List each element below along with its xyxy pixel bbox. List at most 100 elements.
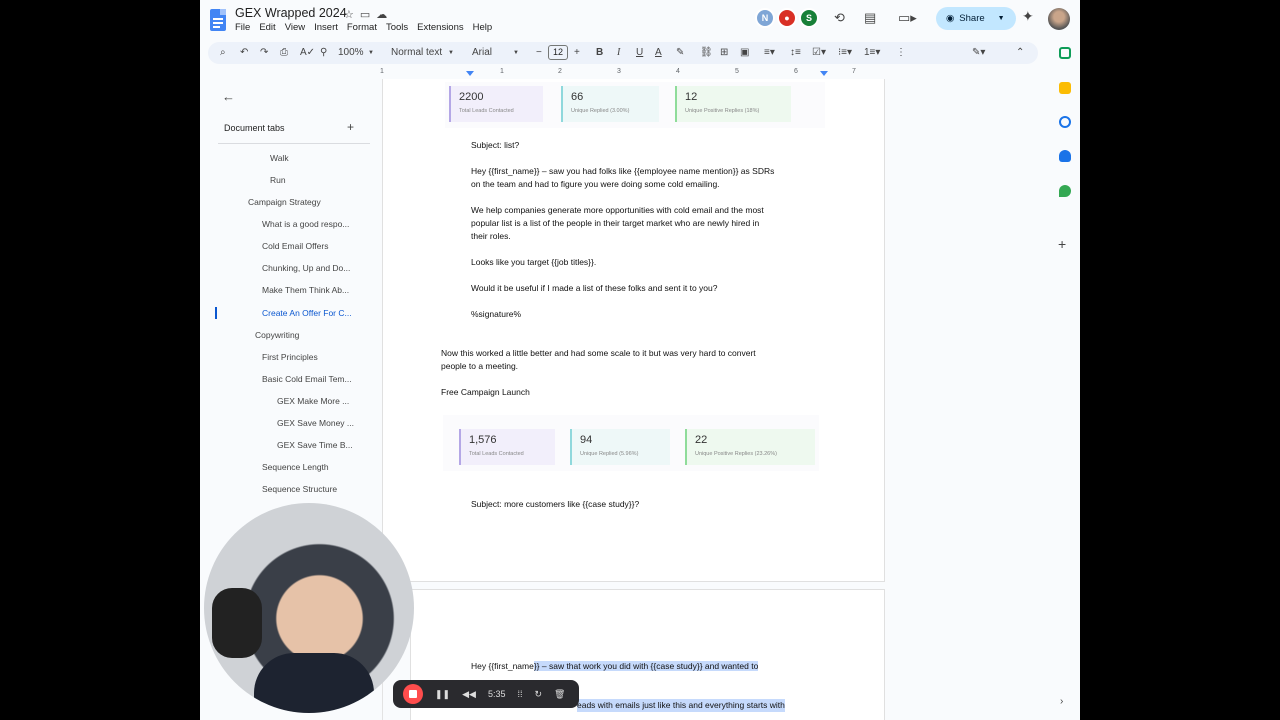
outline-item-gex-save-money[interactable]: GEX Save Money ... — [277, 418, 354, 428]
menu-edit[interactable]: Edit — [259, 22, 275, 33]
cloud-status-icon[interactable]: ☁ — [376, 8, 387, 21]
outline-item-copywriting[interactable]: Copywriting — [255, 330, 299, 340]
rewind-icon[interactable]: ◀◀ — [462, 689, 476, 700]
outline-item-first-principles[interactable]: First Principles — [262, 352, 318, 362]
outline-item-gex-save-time[interactable]: GEX Save Time B... — [277, 440, 353, 450]
document-title[interactable]: GEX Wrapped 2024 — [235, 6, 347, 20]
ruler-mark: 2 — [558, 68, 562, 75]
style-select[interactable]: Normal text — [391, 45, 442, 61]
keep-icon[interactable] — [1059, 82, 1071, 94]
add-tab-icon[interactable]: + — [347, 120, 354, 134]
bulleted-list-icon[interactable]: ⁝≡▾ — [838, 45, 852, 61]
collapse-menus-icon[interactable]: ⌃ — [1016, 45, 1024, 61]
delete-icon[interactable]: 🗑 — [554, 689, 565, 700]
redo-icon[interactable]: ↷ — [260, 45, 268, 61]
move-folder-icon[interactable]: ▭ — [360, 8, 370, 21]
menu-insert[interactable]: Insert — [314, 22, 338, 33]
outline-item-run[interactable]: Run — [270, 175, 286, 185]
docs-logo-icon[interactable] — [210, 9, 226, 31]
outline-item-create-offer[interactable]: Create An Offer For C... — [262, 308, 352, 318]
add-comment-icon[interactable]: ⊞ — [720, 45, 728, 61]
user-avatar[interactable] — [1048, 8, 1070, 30]
maps-icon[interactable] — [1059, 185, 1071, 197]
stat-label: Unique Replied (5.96%) — [580, 451, 639, 457]
meet-icon[interactable]: ▭▸ — [898, 10, 917, 26]
selected-text[interactable]: }} – saw that work you did with {{case s… — [533, 661, 759, 671]
right-indent-marker[interactable] — [820, 71, 828, 76]
insert-image-icon[interactable]: ▣ — [740, 45, 749, 61]
recording-timer: 5:35 — [487, 689, 506, 699]
document-page[interactable]: 2200 Total Leads Contacted 66 Unique Rep… — [382, 79, 885, 582]
version-history-icon[interactable]: ⟲ — [834, 10, 845, 26]
chevron-right-icon[interactable]: › — [1060, 696, 1063, 707]
bold-icon[interactable]: B — [596, 45, 603, 61]
selected-text[interactable]: eads with emails just like this and ever… — [577, 699, 785, 712]
editing-mode-icon[interactable]: ✎▾ — [972, 45, 985, 61]
outline-item-walk[interactable]: Walk — [270, 153, 289, 163]
avatar[interactable]: S — [799, 8, 819, 28]
menu-help[interactable]: Help — [473, 22, 493, 33]
search-menus-icon[interactable]: ⌕ — [220, 45, 226, 61]
checklist-icon[interactable]: ☑▾ — [812, 45, 826, 61]
chevron-down-icon: ▼ — [513, 50, 519, 56]
document-tabs-label: Document tabs — [224, 123, 285, 133]
ruler-mark: 1 — [380, 68, 384, 75]
link-icon[interactable]: ⛓ — [700, 45, 713, 61]
italic-icon[interactable]: I — [617, 45, 620, 61]
chevron-down-icon[interactable]: ▼ — [998, 15, 1005, 22]
menu-format[interactable]: Format — [347, 22, 377, 33]
outline-item-sequence-structure[interactable]: Sequence Structure — [262, 484, 337, 494]
ruler-mark: 7 — [852, 68, 856, 75]
outline-item-campaign-strategy[interactable]: Campaign Strategy — [248, 197, 321, 207]
divider — [218, 143, 370, 144]
star-icon[interactable]: ☆ — [344, 8, 354, 21]
indent-marker[interactable] — [466, 71, 474, 76]
menu-extensions[interactable]: Extensions — [417, 22, 463, 33]
print-icon[interactable]: ⎙ — [280, 45, 288, 61]
font-select[interactable]: Arial — [472, 45, 492, 61]
outline-item-sequence-length[interactable]: Sequence Length — [262, 462, 329, 472]
share-button[interactable]: ◉ Share ▼ — [936, 7, 1016, 30]
undo-icon[interactable]: ↶ — [240, 45, 248, 61]
line-spacing-icon[interactable]: ↕≡ — [790, 45, 801, 61]
increase-font-size-icon[interactable]: + — [574, 45, 580, 61]
back-arrow-icon[interactable]: ← — [222, 89, 235, 104]
more-options-icon[interactable]: ⋮ — [896, 45, 906, 61]
section-label: Free Campaign Launch — [441, 387, 530, 397]
font-size-input[interactable]: 12 — [548, 45, 568, 60]
pause-icon[interactable]: ❚❚ — [435, 689, 450, 700]
avatar[interactable]: N — [755, 8, 775, 28]
decrease-font-size-icon[interactable]: − — [536, 45, 542, 61]
stop-recording-button[interactable] — [403, 684, 423, 704]
underline-icon[interactable]: U — [636, 45, 643, 61]
text-color-icon[interactable]: A — [655, 45, 662, 61]
outline-item-good-response[interactable]: What is a good respo... — [262, 219, 349, 229]
ruler-mark: 4 — [676, 68, 680, 75]
highlight-icon[interactable]: ✎ — [676, 45, 684, 61]
add-addon-icon[interactable]: + — [1058, 236, 1066, 252]
outline-item-basic-template[interactable]: Basic Cold Email Tem... — [262, 374, 352, 384]
drag-handle-icon[interactable]: ⁞⁞ — [517, 689, 522, 699]
ruler-mark: 5 — [735, 68, 739, 75]
menu-tools[interactable]: Tools — [386, 22, 408, 33]
outline-item-gex-make-more[interactable]: GEX Make More ... — [277, 396, 349, 406]
menu-view[interactable]: View — [285, 22, 305, 33]
sheets-icon[interactable] — [1059, 47, 1071, 59]
paragraph: Would it be useful if I made a list of t… — [471, 283, 718, 293]
menu-file[interactable]: File — [235, 22, 250, 33]
numbered-list-icon[interactable]: 1≡▾ — [864, 45, 880, 61]
gemini-icon[interactable]: ✦ — [1022, 8, 1034, 25]
contacts-icon[interactable] — [1059, 150, 1071, 162]
menu-bar: File Edit View Insert Format Tools Exten… — [235, 22, 492, 33]
comments-icon[interactable]: ▤ — [864, 10, 876, 26]
avatar[interactable]: ● — [777, 8, 797, 28]
outline-item-cold-email-offers[interactable]: Cold Email Offers — [262, 241, 328, 251]
outline-item-chunking[interactable]: Chunking, Up and Do... — [262, 263, 350, 273]
align-icon[interactable]: ≡▾ — [764, 45, 775, 61]
outline-item-make-them-think[interactable]: Make Them Think Ab... — [262, 285, 349, 295]
restart-icon[interactable]: ↻ — [534, 689, 542, 700]
zoom-select[interactable]: 100% — [338, 45, 364, 61]
spellcheck-icon[interactable]: A✓ — [300, 45, 315, 61]
paint-format-icon[interactable]: ⚲ — [320, 45, 327, 61]
tasks-icon[interactable] — [1059, 116, 1071, 128]
